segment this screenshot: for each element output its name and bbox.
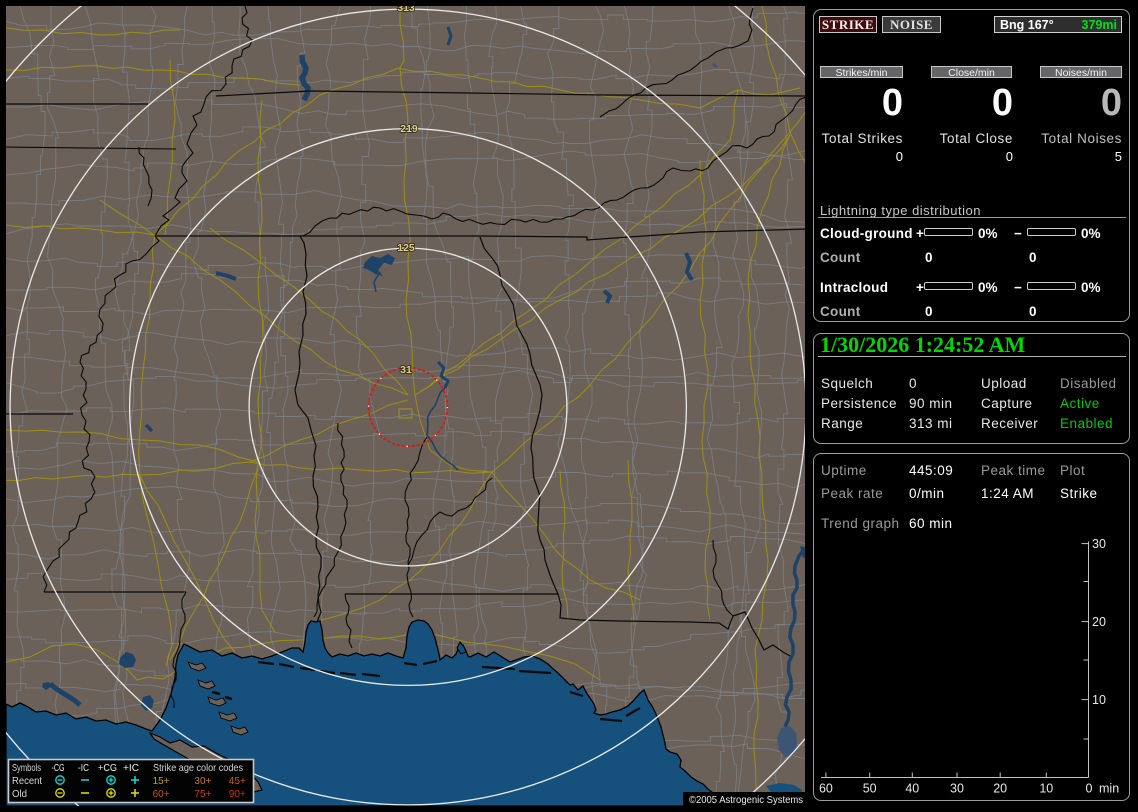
- svg-text:30: 30: [1092, 537, 1106, 551]
- svg-text:10: 10: [1092, 693, 1106, 707]
- svg-text:45+: 45+: [229, 775, 246, 787]
- svg-text:125: 125: [397, 242, 415, 254]
- svg-text:40: 40: [905, 782, 919, 796]
- svg-text:+IC: +IC: [123, 762, 139, 774]
- svg-text:©2005 Astrogenic Systems: ©2005 Astrogenic Systems: [689, 794, 803, 806]
- svg-text:31: 31: [400, 364, 412, 376]
- svg-text:219: 219: [400, 123, 418, 135]
- svg-text:10: 10: [1039, 782, 1053, 796]
- svg-text:30: 30: [950, 782, 964, 796]
- svg-text:min: min: [1099, 782, 1119, 796]
- svg-text:Old: Old: [12, 788, 27, 800]
- svg-text:50: 50: [863, 782, 877, 796]
- svg-text:60: 60: [819, 782, 833, 796]
- svg-text:60+: 60+: [153, 788, 170, 800]
- svg-text:Strike age color codes: Strike age color codes: [153, 762, 243, 774]
- svg-text:Recent: Recent: [12, 775, 42, 787]
- svg-text:15+: 15+: [153, 775, 170, 787]
- svg-text:+CG: +CG: [98, 762, 117, 774]
- svg-text:-IC: -IC: [78, 762, 89, 774]
- svg-text:0: 0: [1086, 782, 1093, 796]
- svg-text:75+: 75+: [194, 788, 211, 800]
- svg-text:30+: 30+: [194, 775, 211, 787]
- svg-text:20: 20: [993, 782, 1007, 796]
- svg-text:90+: 90+: [229, 788, 246, 800]
- svg-text:20: 20: [1092, 615, 1106, 629]
- svg-text:Symbols: Symbols: [12, 762, 41, 774]
- svg-text:-CG: -CG: [52, 762, 65, 774]
